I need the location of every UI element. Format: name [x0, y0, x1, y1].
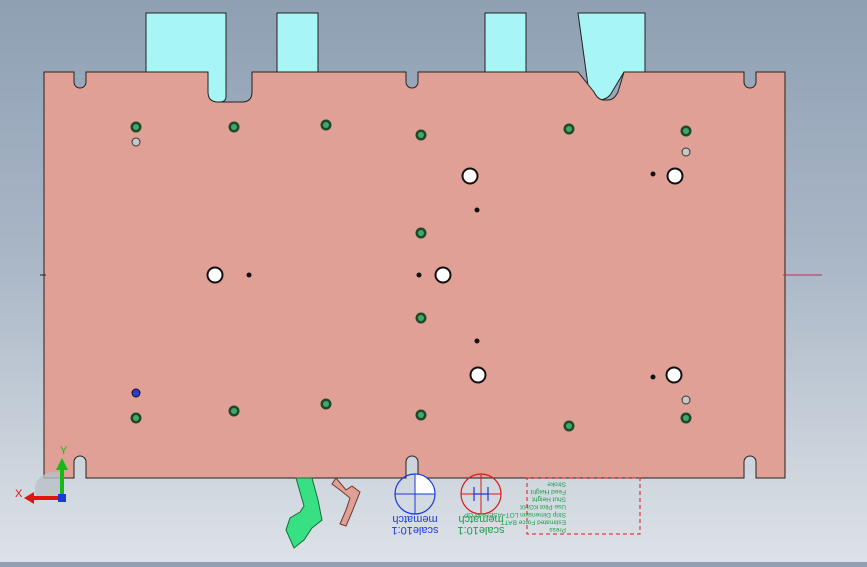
screw-hole[interactable] — [680, 412, 692, 424]
large-bore-hole[interactable] — [469, 366, 487, 384]
screw-hole[interactable] — [681, 395, 691, 405]
axis-triad[interactable]: Y X — [15, 445, 68, 504]
pin-hole[interactable] — [416, 272, 422, 278]
red-symbol[interactable]: mematch scale10:1 — [457, 473, 505, 536]
screw-hole[interactable] — [320, 398, 332, 410]
notes-line: Stroke — [547, 480, 566, 487]
screw-hole[interactable] — [130, 121, 142, 133]
screw-hole[interactable] — [131, 388, 141, 398]
blue-symbol[interactable]: mematch scale10:1 — [391, 473, 439, 536]
salmon-hook-part[interactable] — [331, 477, 361, 527]
axis-x-label: X — [15, 488, 23, 500]
large-bore-hole[interactable] — [434, 266, 452, 284]
axis-y-label: Y — [60, 445, 68, 457]
notes-line: Shut Height — [532, 496, 566, 503]
green-bracket-part[interactable] — [285, 477, 323, 549]
screw-hole[interactable] — [415, 129, 427, 141]
triad-origin — [58, 494, 66, 502]
screw-hole[interactable] — [130, 412, 142, 424]
large-bore-hole[interactable] — [665, 366, 683, 384]
x-axis-arrow — [24, 492, 34, 504]
large-bore-hole[interactable] — [666, 167, 684, 185]
screw-hole[interactable] — [415, 227, 427, 239]
screw-hole[interactable] — [563, 123, 575, 135]
pin-hole[interactable] — [474, 338, 480, 344]
screw-hole[interactable] — [228, 405, 240, 417]
screw-hole[interactable] — [228, 121, 240, 133]
screw-hole[interactable] — [681, 147, 691, 157]
notes-line: Feed Height — [530, 488, 566, 495]
large-bore-hole[interactable] — [206, 266, 224, 284]
tab-2[interactable] — [276, 12, 319, 73]
screw-hole[interactable] — [415, 409, 427, 421]
cad-viewport[interactable]: mematch scale10:1 mematch scale10:1 Pres… — [0, 0, 867, 562]
screw-hole[interactable] — [415, 312, 427, 324]
pin-hole[interactable] — [246, 272, 252, 278]
pin-hole[interactable] — [650, 374, 656, 380]
red-symbol-line2: scale10:1 — [457, 524, 504, 536]
blue-symbol-line2: scale10:1 — [391, 524, 438, 536]
large-bore-hole[interactable] — [461, 167, 479, 185]
notes-line: Estimated Force BATT — [501, 518, 566, 525]
pin-hole[interactable] — [474, 207, 480, 213]
die-plate[interactable] — [43, 71, 786, 479]
notes-line: Press — [549, 526, 566, 533]
screw-hole[interactable] — [563, 420, 575, 432]
pin-hole[interactable] — [650, 171, 656, 177]
tab-3[interactable] — [484, 12, 527, 73]
blue-symbol-line1: mematch — [392, 513, 437, 525]
notes-line: Use Pilot KGHX — [519, 503, 566, 510]
notes-line: Strip Dimension LOT=ASEH=M.GP — [464, 511, 566, 518]
screw-hole[interactable] — [131, 137, 141, 147]
screw-hole[interactable] — [320, 119, 332, 131]
screw-hole[interactable] — [680, 125, 692, 137]
